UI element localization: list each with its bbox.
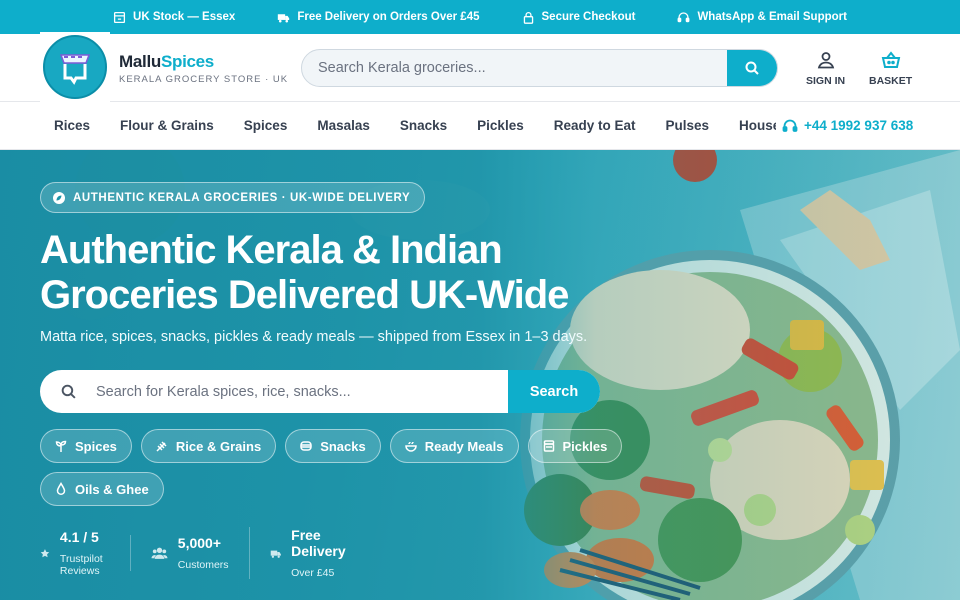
headset-icon xyxy=(678,11,690,22)
stat-value: 5,000+ xyxy=(177,535,222,551)
stat-label: Customers xyxy=(177,559,229,571)
store-icon xyxy=(114,11,126,23)
search-icon xyxy=(40,383,96,400)
chip-snacks[interactable]: Snacks xyxy=(285,429,381,463)
wheat-icon xyxy=(156,441,167,452)
truck-icon xyxy=(278,13,290,22)
hero-search-button[interactable]: Search xyxy=(508,370,600,413)
hero-stats: 4.1 / 5 Trustpilot Reviews 5,000+ Custom… xyxy=(40,527,371,579)
header-search-input[interactable] xyxy=(302,50,727,86)
nav-item-rices[interactable]: Rices xyxy=(54,118,90,133)
sign-in-label: SIGN IN xyxy=(806,75,846,87)
category-nav: Rices Flour & Grains Spices Masalas Snac… xyxy=(0,102,960,150)
stat-label: Over £45 xyxy=(291,567,335,579)
nav-item-pickles[interactable]: Pickles xyxy=(477,118,524,133)
topbar-item-stock: UK Stock — Essex xyxy=(113,11,235,24)
chip-ready-meals[interactable]: Ready Meals xyxy=(389,429,519,463)
headset-icon xyxy=(782,119,798,132)
jar-icon xyxy=(543,440,554,452)
announcement-bar: UK Stock — Essex Free Delivery on Orders… xyxy=(0,0,960,34)
basket-button[interactable]: BASKET xyxy=(869,50,912,87)
topbar-item-support: WhatsApp & Email Support xyxy=(677,11,847,24)
store-chat-icon xyxy=(59,54,91,85)
phone-number: +44 1992 937 638 xyxy=(804,118,914,133)
topbar-label: UK Stock — Essex xyxy=(133,11,236,23)
nav-item-spices[interactable]: Spices xyxy=(244,118,288,133)
user-icon xyxy=(817,52,834,69)
bowl-icon xyxy=(404,441,417,452)
category-chips: Spices Rice & Grains Snacks Ready Meals … xyxy=(40,429,640,506)
brand-name: MalluSpices xyxy=(119,52,214,71)
stat-value: Free Delivery xyxy=(291,527,346,559)
cookie-icon xyxy=(300,441,312,451)
category-nav-list: Rices Flour & Grains Spices Masalas Snac… xyxy=(54,118,776,133)
header-search-button[interactable] xyxy=(727,50,777,86)
chip-rice-grains[interactable]: Rice & Grains xyxy=(140,429,277,463)
phone-link[interactable]: +44 1992 937 638 xyxy=(780,102,914,149)
hero-search-input[interactable] xyxy=(96,370,508,413)
site-header: MalluSpices KERALA GROCERY STORE · UK SI… xyxy=(0,32,960,102)
chip-pickles[interactable]: Pickles xyxy=(527,429,623,463)
hero-subtitle: Matta rice, spices, snacks, pickles & re… xyxy=(40,329,588,345)
stat-label: Trustpilot Reviews xyxy=(59,553,103,577)
hero-title: Authentic Kerala & Indian Groceries Deli… xyxy=(40,228,569,317)
stat-value: 4.1 / 5 xyxy=(59,529,99,545)
nav-item-snacks[interactable]: Snacks xyxy=(400,118,447,133)
nav-item-household[interactable]: Household xyxy=(739,118,776,133)
lock-icon xyxy=(523,11,533,24)
hero-search: Search xyxy=(40,370,600,413)
basket-icon xyxy=(881,51,900,68)
search-icon xyxy=(745,61,759,75)
hero-badge-text: AUTHENTIC KERALA GROCERIES · UK-WIDE DEL… xyxy=(73,191,411,204)
topbar-label: WhatsApp & Email Support xyxy=(697,11,847,23)
topbar-label: Free Delivery on Orders Over £45 xyxy=(297,11,480,23)
nav-item-masalas[interactable]: Masalas xyxy=(317,118,370,133)
logo[interactable] xyxy=(40,32,110,102)
basket-label: BASKET xyxy=(869,75,913,87)
truck-icon xyxy=(270,550,281,558)
logo-circle xyxy=(43,35,107,99)
header-search xyxy=(301,49,778,87)
hero-banner: AUTHENTIC KERALA GROCERIES · UK-WIDE DEL… xyxy=(0,150,960,600)
nav-item-pulses[interactable]: Pulses xyxy=(666,118,710,133)
brand-tagline: KERALA GROCERY STORE · UK xyxy=(119,74,289,85)
nav-item-ready-to-eat[interactable]: Ready to Eat xyxy=(554,118,636,133)
stat-rating: 4.1 / 5 Trustpilot Reviews xyxy=(40,529,130,577)
topbar-label: Secure Checkout xyxy=(541,11,636,23)
stat-customers: 5,000+ Customers xyxy=(129,535,249,571)
stat-delivery: Free Delivery Over £45 xyxy=(248,527,371,579)
nav-item-flour-grains[interactable]: Flour & Grains xyxy=(120,118,214,133)
topbar-item-delivery: Free Delivery on Orders Over £45 xyxy=(277,11,480,24)
chip-spices[interactable]: Spices xyxy=(40,429,132,463)
leaf-icon xyxy=(53,191,65,204)
chip-oils-ghee[interactable]: Oils & Ghee xyxy=(40,472,164,506)
sprout-icon xyxy=(55,440,67,452)
users-icon xyxy=(151,547,168,559)
sign-in-button[interactable]: SIGN IN xyxy=(806,50,845,87)
drop-icon xyxy=(56,482,66,496)
brand-wordmark[interactable]: MalluSpices KERALA GROCERY STORE · UK xyxy=(119,52,288,85)
hero-badge: AUTHENTIC KERALA GROCERIES · UK-WIDE DEL… xyxy=(40,182,426,213)
star-icon xyxy=(40,548,50,557)
topbar-item-secure: Secure Checkout xyxy=(522,11,636,24)
